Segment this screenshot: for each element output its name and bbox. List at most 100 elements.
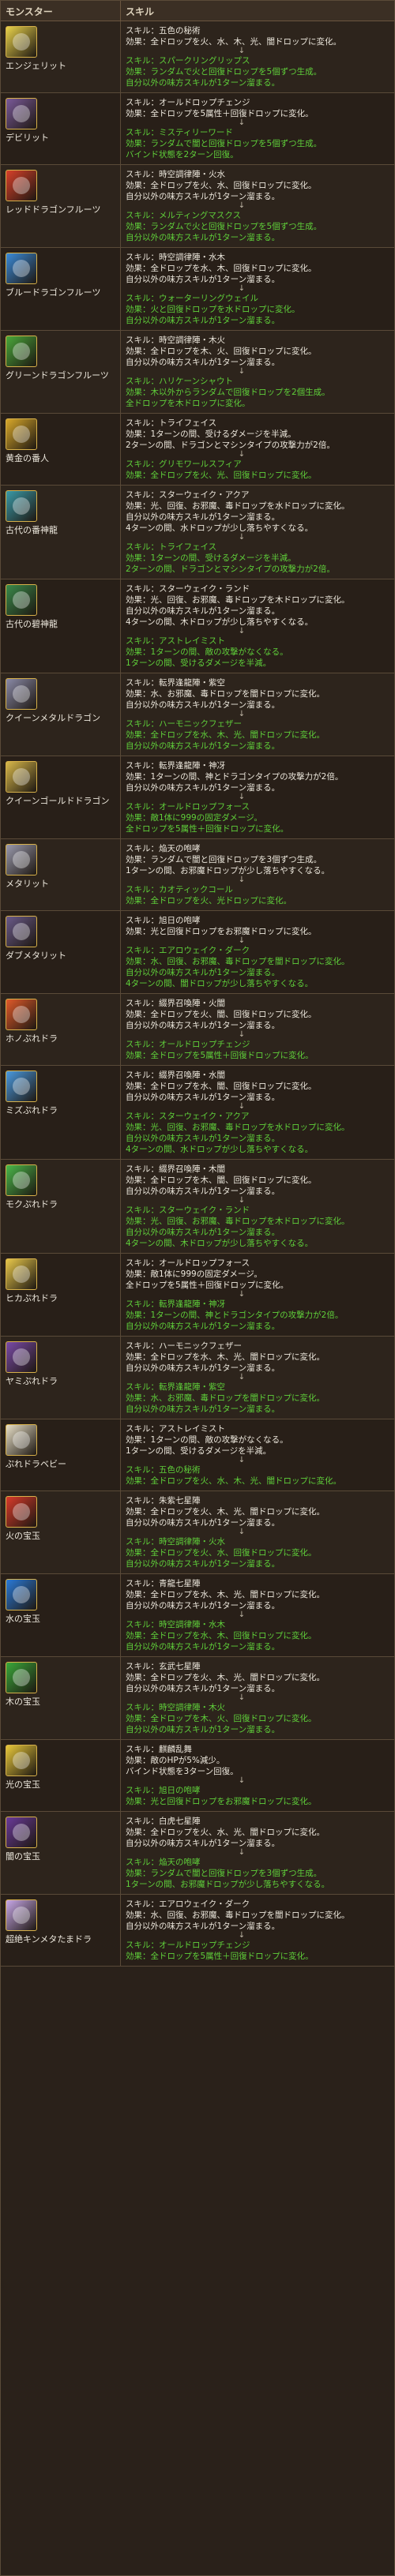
skill-cell: スキル：スターウェイク・ランド 効果：光、回復、お邪魔、毒ドロップを木ドロップに変… <box>121 579 394 673</box>
table-row: 古代の碧神龍 スキル：スターウェイク・ランド 効果：光、回復、お邪魔、毒ドロップを木… <box>1 579 394 673</box>
skill-line: 自分以外の味方スキルが1ターン溜まる。 <box>126 783 280 793</box>
evolution-arrow-icon: ↓ <box>238 47 246 55</box>
monster-name: ヤミぷれドラ <box>6 1376 58 1386</box>
evolved-skill-line: 効果：全ドロップを5属性＋回復ドロップに変化。 <box>126 1952 314 1961</box>
header-monster: モンスター <box>1 1 121 21</box>
evolved-skill-line: 効果：全ドロップを水、木、光、闇ドロップに変化。 <box>126 730 325 740</box>
evolved-skill-line: 効果：火と回復ドロップを水ドロップに変化。 <box>126 305 300 314</box>
evolved-skill-line: スキル：カオティックコール <box>126 885 233 894</box>
evolution-arrow-icon: ↓ <box>238 450 246 459</box>
skill-line: 効果：全ドロップを水、木、回復ドロップに変化。 <box>126 264 317 273</box>
skill-line: 効果：光、回復、お邪魔、毒ドロップを木ドロップに変化。 <box>126 595 350 605</box>
table-row: 火の宝玉 スキル：朱紫七星陣 効果：全ドロップを火、木、光、闇ドロップに変化。 自分以… <box>1 1491 394 1574</box>
monster-name: 木の宝玉 <box>6 1697 40 1707</box>
evolved-skill-line: スキル：グリモワールスフィア <box>126 459 242 469</box>
evolved-skill-line: スキル：五色の秘術 <box>126 1465 201 1475</box>
evolution-arrow-icon: ↓ <box>238 1102 246 1111</box>
evolved-skill-line: バインド状態を2ターン回復。 <box>126 150 239 159</box>
skill-cell: スキル：五色の秘術 効果：全ドロップを火、水、木、光、闇ドロップに変化。 ↓ スキル：… <box>121 21 394 92</box>
monster-icon[interactable] <box>6 490 37 522</box>
monster-icon[interactable] <box>6 1164 37 1196</box>
monster-icon[interactable] <box>6 1745 37 1776</box>
monster-icon[interactable] <box>6 1258 37 1290</box>
monster-cell: エンジェリット <box>1 21 121 92</box>
monster-icon[interactable] <box>6 1341 37 1373</box>
evolved-skill-line: 全ドロップを5属性＋回復ドロップに変化。 <box>126 824 289 834</box>
skill-cell: スキル：オールドロップチェンジ 効果：全ドロップを5属性＋回復ドロップに変化。 ↓ ス… <box>121 93 394 164</box>
evolved-skill-line: スキル：焔天の咆哮 <box>126 1858 201 1867</box>
evolved-skill-line: スキル：時空調律陣・火水 <box>126 1537 225 1547</box>
skill-cell: スキル：時空調律陣・火水 効果：全ドロップを火、水、回復ドロップに変化。 自分以外の… <box>121 165 394 247</box>
monster-icon[interactable] <box>6 1071 37 1102</box>
evolved-skill-line: 全ドロップを木ドロップに変化。 <box>126 399 250 408</box>
monster-icon[interactable] <box>6 1424 37 1456</box>
skill-cell: スキル：時空調律陣・木火 効果：全ドロップを木、火、回復ドロップに変化。 自分以外の… <box>121 331 394 413</box>
evolved-skill-line: スキル：時空調律陣・木火 <box>126 1703 225 1712</box>
skill-line: スキル：ハーモニックフェザー <box>126 1341 242 1351</box>
monster-cell: クイーンゴールドドラゴン <box>1 756 121 838</box>
evolved-skill-line: 自分以外の味方スキルが1ターン溜まる。 <box>126 1559 280 1569</box>
evolved-skill-line: 効果：ランダムで闇と回復ドロップを3個ずつ生成。 <box>126 1869 322 1878</box>
monster-icon[interactable] <box>6 678 37 710</box>
monster-icon[interactable] <box>6 1817 37 1848</box>
skill-line: 効果：全ドロップを水、木、光、闇ドロップに変化。 <box>126 1352 325 1362</box>
skill-line: スキル：スターウェイク・アクア <box>126 490 250 500</box>
skill-line: バインド状態を3ターン回復。 <box>126 1767 239 1776</box>
evolved-skill-line: 効果：水、回復、お邪魔、毒ドロップを闇ドロップに変化。 <box>126 957 350 966</box>
table-row: 水の宝玉 スキル：青龍七星陣 効果：全ドロップを水、木、光、闇ドロップに変化。 自分以… <box>1 1574 394 1657</box>
monster-cell: モクぷれドラ <box>1 1160 121 1253</box>
skill-line: 効果：全ドロップを木、闇、回復ドロップに変化。 <box>126 1176 317 1185</box>
monster-name: メタリット <box>6 879 49 889</box>
skill-cell: スキル：オールドロップフォース 効果：敵1体に999の固定ダメージ。 全ドロップを5… <box>121 1254 394 1336</box>
monster-icon[interactable] <box>6 1496 37 1528</box>
evolved-skill-line: 効果：全ドロップを木、火、回復ドロップに変化。 <box>126 1714 317 1723</box>
skill-cell: スキル：麒麟乱舞 効果：敵のHPが5%減少。 バインド状態を3ターン回復。 ↓ スキル：… <box>121 1740 394 1811</box>
skill-line: 自分以外の味方スキルが1ターン溜まる。 <box>126 1093 280 1102</box>
monster-icon[interactable] <box>6 170 37 201</box>
skill-line: スキル：綴界召喚陣・木闇 <box>126 1164 225 1174</box>
monster-icon[interactable] <box>6 98 37 129</box>
evolution-arrow-icon: ↓ <box>238 1848 246 1857</box>
table-row: モクぷれドラ スキル：綴界召喚陣・木闇効果：全ドロップを木、闇、回復ドロップに変化… <box>1 1160 394 1254</box>
monster-name: クイーンメタルドラゴン <box>6 713 101 723</box>
monster-icon[interactable] <box>6 1662 37 1693</box>
evolved-skill-line: スキル：スパークリングリップス <box>126 56 250 66</box>
skill-line: 効果：ランダムで闇と回復ドロップを3個ずつ生成。 <box>126 855 322 864</box>
skill-line: 自分以外の味方スキルが1ターン溜まる。 <box>126 1839 280 1848</box>
evolved-skill-line: 自分以外の味方スキルが1ターン溜まる。 <box>126 1228 280 1237</box>
evolution-arrow-icon: ↓ <box>238 936 246 945</box>
monster-icon[interactable] <box>6 253 37 284</box>
monster-icon[interactable] <box>6 584 37 616</box>
skill-line: スキル：白虎七星陣 <box>126 1817 201 1826</box>
monster-name: ミズぷれドラ <box>6 1105 58 1116</box>
evolution-arrow-icon: ↓ <box>238 1456 246 1464</box>
evolution-arrow-icon: ↓ <box>238 1196 246 1205</box>
monster-cell: 光の宝玉 <box>1 1740 121 1811</box>
table-row: メタリット スキル：焔天の咆哮 効果：ランダムで闇と回復ドロップを3個ずつ生成。 1タ… <box>1 839 394 911</box>
evolved-skill-line: 自分以外の味方スキルが1ターン溜まる。 <box>126 1322 280 1331</box>
monster-icon[interactable] <box>6 418 37 450</box>
monster-cell: 古代の碧神龍 <box>1 579 121 673</box>
skill-line: 自分以外の味方スキルが1ターン溜まる。 <box>126 1363 280 1373</box>
monster-cell: グリーンドラゴンフルーツ <box>1 331 121 413</box>
evolved-skill-line: 自分以外の味方スキルが1ターン溜まる。 <box>126 233 280 242</box>
evolved-skill-line: 自分以外の味方スキルが1ターン溜まる。 <box>126 968 280 977</box>
skill-line: 自分以外の味方スキルが1ターン溜まる。 <box>126 512 280 522</box>
evolution-arrow-icon: ↓ <box>238 1528 246 1536</box>
evolved-skill-line: スキル：転界逢龍陣・神冴 <box>126 1299 225 1309</box>
skill-line: スキル：焔天の咆哮 <box>126 844 201 853</box>
monster-icon[interactable] <box>6 916 37 947</box>
monster-icon[interactable] <box>6 999 37 1030</box>
skill-line: スキル：トライフェイス <box>126 418 217 428</box>
monster-icon[interactable] <box>6 844 37 876</box>
monster-icon[interactable] <box>6 1899 37 1931</box>
skill-line: 自分以外の味方スキルが1ターン溜まる。 <box>126 1922 280 1931</box>
skill-line: 自分以外の味方スキルが1ターン溜まる。 <box>126 1021 280 1030</box>
skill-line: 効果：全ドロップを水、闇、回復ドロップに変化。 <box>126 1082 317 1091</box>
evolution-arrow-icon: ↓ <box>238 1610 246 1619</box>
monster-icon[interactable] <box>6 761 37 793</box>
monster-icon[interactable] <box>6 336 37 367</box>
evolved-skill-line: 効果：全ドロップを火、水、木、光、闇ドロップに変化。 <box>126 1476 341 1486</box>
monster-icon[interactable] <box>6 26 37 58</box>
monster-icon[interactable] <box>6 1579 37 1610</box>
